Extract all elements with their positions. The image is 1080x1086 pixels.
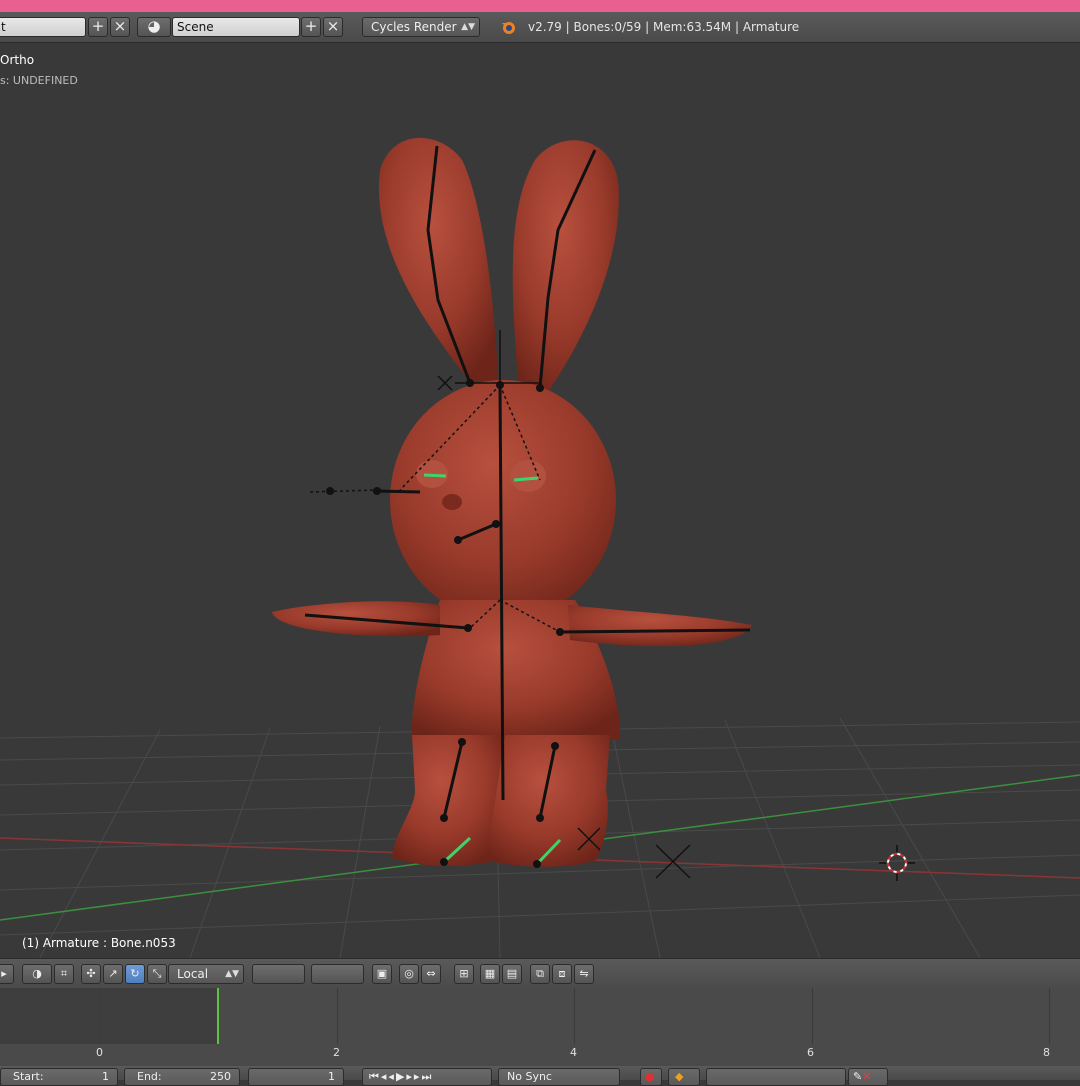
transform-orientation-dropdown[interactable]: Local ▲▼ xyxy=(168,964,244,984)
paste-pose-button[interactable]: ⧈ xyxy=(552,964,572,984)
copy-pose-button[interactable]: ⧉ xyxy=(530,964,550,984)
close-icon: × xyxy=(113,17,127,35)
3d-viewport[interactable]: Ortho s: UNDEFINED (1) Armature : Bone.n… xyxy=(0,42,1080,958)
magnet-icon: ◎ xyxy=(404,967,414,980)
screen-layout-field[interactable]: t xyxy=(0,17,86,37)
timeline-tick-label: 2 xyxy=(333,1046,340,1059)
units-label: s: UNDEFINED xyxy=(0,74,78,87)
timeline-preroll-zone xyxy=(0,988,218,1044)
dropdown-arrow-icon: ▲▼ xyxy=(461,22,475,32)
scene-selector-button[interactable]: ◕ xyxy=(137,17,171,37)
playback-controls[interactable]: ⏮◂◂▶▸▸⏭ xyxy=(362,1068,492,1086)
chevron-icon: ▸ xyxy=(1,967,7,980)
remove-scene-button[interactable]: × xyxy=(323,17,343,37)
start-frame-label: Start: xyxy=(13,1070,44,1083)
scale-manipulator-button[interactable]: ⤡ xyxy=(147,964,167,984)
snap-element-button[interactable]: ⊞ xyxy=(454,964,474,984)
timeline-tick-label: 6 xyxy=(807,1046,814,1059)
plus-icon: + xyxy=(91,17,105,35)
timeline-gridline xyxy=(1049,988,1050,1044)
keying-set-field[interactable] xyxy=(706,1068,846,1086)
layer-buttons-group-2[interactable] xyxy=(311,964,364,984)
key-delete-icon: ✕ xyxy=(862,1070,872,1083)
record-button[interactable]: ● xyxy=(640,1068,662,1086)
render-image-button[interactable]: ▦ xyxy=(480,964,500,984)
current-frame-value: 1 xyxy=(328,1070,335,1083)
timeline-gridline xyxy=(812,988,813,1044)
timeline-tick-label: 4 xyxy=(570,1046,577,1059)
snap-toggle-button[interactable]: ⇔ xyxy=(421,964,441,984)
sync-mode-label: No Sync xyxy=(507,1070,552,1083)
paste-flipped-pose-button[interactable]: ⇋ xyxy=(574,964,594,984)
info-header: t + × ◕ Scene + × Cycles Render ▲▼ v2.79… xyxy=(0,12,1080,43)
render-engine-dropdown[interactable]: Cycles Render ▲▼ xyxy=(362,17,480,37)
translate-manipulator-button[interactable]: ↗ xyxy=(103,964,123,984)
timeline-gridline xyxy=(574,988,575,1044)
end-frame-field[interactable]: End: 250 xyxy=(124,1068,240,1086)
status-info: v2.79 | Bones:0/59 | Mem:63.54M | Armatu… xyxy=(528,20,800,34)
lock-layer-button[interactable]: ▣ xyxy=(372,964,392,984)
playback-icons: ⏮◂◂▶▸▸⏭ xyxy=(369,1070,434,1083)
timeline-tick-label: 8 xyxy=(1043,1046,1050,1059)
viewport-shading-button[interactable]: ◑ xyxy=(22,964,52,984)
keying-set-buttons[interactable]: ✎✕ xyxy=(848,1068,888,1086)
remove-layout-button[interactable]: × xyxy=(110,17,130,37)
pivot-icon: ⌗ xyxy=(60,967,68,980)
pose-copy-icon: ⧉ xyxy=(536,967,544,980)
record-icon: ● xyxy=(645,1070,655,1083)
end-frame-label: End: xyxy=(137,1070,162,1083)
current-frame-field[interactable]: 1 xyxy=(248,1068,344,1086)
active-object-label: (1) Armature : Bone.n053 xyxy=(22,936,176,950)
3d-view-header: ▸ ◑ ⌗ ✣ ↗ ↻ ⤡ Local ▲▼ ▣ ◎ ⇔ ⊞ ▦ ▤ ⧉ ⧈ ⇋ xyxy=(0,958,1080,989)
render-animation-button[interactable]: ▤ xyxy=(502,964,522,984)
rotate-icon: ↻ xyxy=(130,967,140,980)
add-scene-button[interactable]: + xyxy=(301,17,321,37)
view-label: Ortho xyxy=(0,53,35,67)
add-layout-button[interactable]: + xyxy=(88,17,108,37)
snap-element-icon: ⊞ xyxy=(459,967,469,980)
manipulator-icon: ✣ xyxy=(86,967,96,980)
manipulator-toggle-button[interactable]: ✣ xyxy=(81,964,101,984)
playback-bar: Start: 1 End: 250 1 ⏮◂◂▶▸▸⏭ No Sync ● ◆ … xyxy=(0,1066,1080,1086)
pivot-point-button[interactable]: ⌗ xyxy=(54,964,74,984)
dropdown-arrow-icon: ▲▼ xyxy=(225,969,239,979)
timeline-gridline xyxy=(99,988,100,1044)
keyframe-icon: ◆ xyxy=(675,1070,684,1083)
pose-flip-icon: ⇋ xyxy=(579,967,589,980)
film-icon: ▤ xyxy=(506,967,518,980)
camera-icon: ▦ xyxy=(484,967,496,980)
plus-icon: + xyxy=(304,17,318,35)
rotate-manipulator-button[interactable]: ↻ xyxy=(125,964,145,984)
proportional-edit-button[interactable]: ◎ xyxy=(399,964,419,984)
layer-lock-icon: ▣ xyxy=(376,967,388,980)
close-icon: × xyxy=(326,17,340,35)
shading-icon: ◑ xyxy=(32,967,42,980)
current-frame-cursor[interactable] xyxy=(217,988,219,1044)
blender-logo-icon xyxy=(502,22,515,34)
render-engine-label: Cycles Render xyxy=(371,20,457,34)
mode-dropdown-button[interactable]: ▸ xyxy=(0,964,14,984)
end-frame-value: 250 xyxy=(210,1070,231,1083)
snap-icon: ⇔ xyxy=(426,967,436,980)
scene-icon: ◕ xyxy=(147,17,161,35)
rabbit-mesh xyxy=(272,137,752,867)
sync-mode-dropdown[interactable]: No Sync xyxy=(498,1068,620,1086)
key-insert-icon: ✎ xyxy=(853,1070,863,1083)
layer-buttons-group-1[interactable] xyxy=(252,964,305,984)
scale-icon: ⤡ xyxy=(152,967,162,980)
keyframe-button[interactable]: ◆ xyxy=(668,1068,700,1086)
pose-paste-icon: ⧈ xyxy=(558,967,566,980)
timeline-gridline xyxy=(337,988,338,1044)
viewport-scene xyxy=(0,137,1080,958)
timeline-tick-label: 0 xyxy=(96,1046,103,1059)
3d-cursor-icon xyxy=(879,845,915,881)
scene-name-field[interactable]: Scene xyxy=(172,17,300,37)
start-frame-value: 1 xyxy=(102,1070,109,1083)
arrow-icon: ↗ xyxy=(108,967,118,980)
start-frame-field[interactable]: Start: 1 xyxy=(0,1068,118,1086)
orientation-label: Local xyxy=(177,967,209,981)
timeline-editor[interactable]: 0 2 4 6 8 xyxy=(0,988,1080,1066)
window-top-bar xyxy=(0,0,1080,12)
